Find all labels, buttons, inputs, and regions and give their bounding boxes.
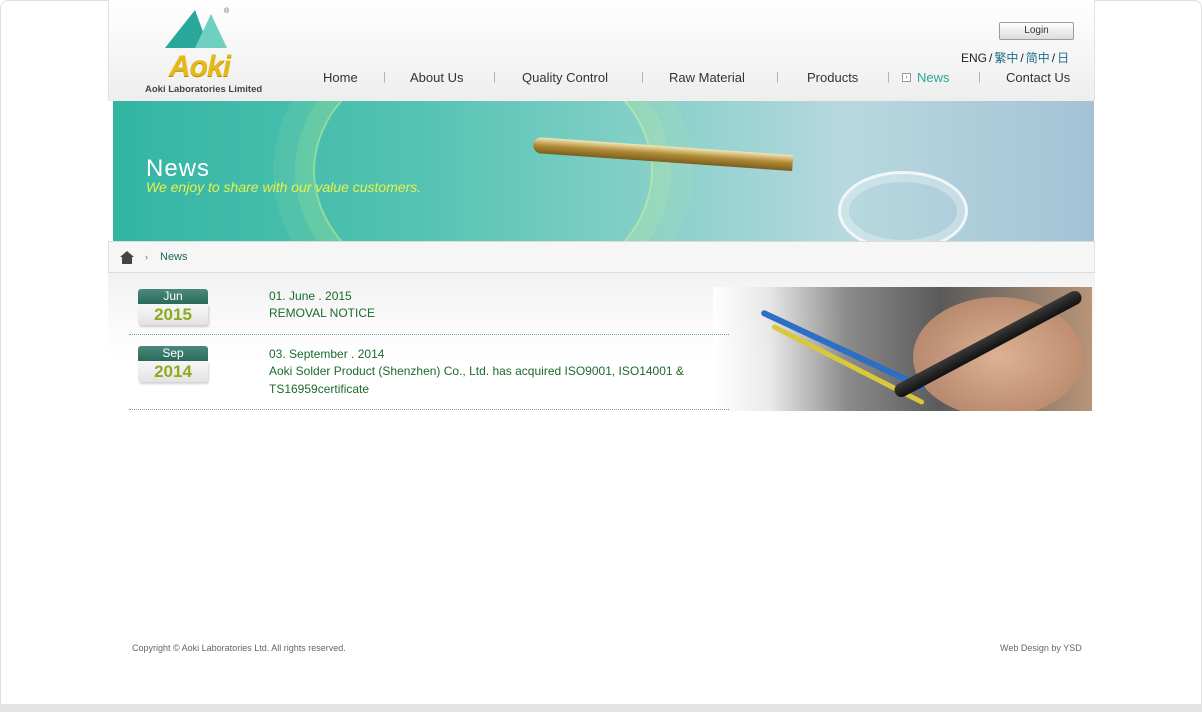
logo-triangle-icon	[195, 14, 227, 48]
banner-swirl-graphic	[313, 101, 653, 241]
date-badge: Jun 2015	[138, 289, 208, 327]
registered-mark: ®	[224, 8, 230, 15]
bottom-bar	[0, 704, 1202, 712]
date-year: 2014	[138, 361, 208, 382]
news-date: 01. June . 2015	[269, 289, 352, 303]
chevron-right-icon: ›	[145, 252, 148, 262]
footer-credit-link[interactable]: Web Design by YSD	[1000, 643, 1082, 653]
breadcrumb-current: News	[160, 251, 188, 263]
nav-news[interactable]: News	[917, 70, 950, 85]
date-badge: Sep 2014	[138, 346, 208, 384]
lang-japanese[interactable]: 日	[1057, 51, 1069, 65]
page: ® Aoki Aoki Laboratories Limited Login E…	[108, 0, 1095, 420]
nav-separator: |	[383, 71, 386, 83]
news-item: Sep 2014 03. September . 2014 Aoki Solde…	[129, 335, 729, 410]
login-button[interactable]: Login	[999, 22, 1074, 40]
date-year: 2015	[138, 304, 208, 325]
language-switcher: ENG / 繁中 / 简中 / 日	[961, 51, 1070, 65]
site-header: ® Aoki Aoki Laboratories Limited Login E…	[108, 0, 1095, 101]
breadcrumb: › News	[108, 241, 1095, 273]
nav-contact-us[interactable]: Contact Us	[1006, 70, 1070, 85]
lang-eng[interactable]: ENG	[961, 51, 987, 65]
page-banner: News We enjoy to share with our value cu…	[113, 101, 1094, 241]
nav-separator: |	[641, 71, 644, 83]
nav-about-us[interactable]: About Us	[410, 70, 463, 85]
nav-separator: |	[493, 71, 496, 83]
lang-simplified-chinese[interactable]: 简中	[1026, 51, 1050, 65]
nav-separator: |	[978, 71, 981, 83]
news-title-link[interactable]: Aoki Solder Product (Shenzhen) Co., Ltd.…	[269, 362, 709, 398]
nav-products[interactable]: Products	[807, 70, 858, 85]
date-month: Sep	[138, 346, 208, 361]
banner-subtitle: We enjoy to share with our value custome…	[146, 179, 422, 195]
news-date: 03. September . 2014	[269, 347, 385, 361]
nav-quality-control[interactable]: Quality Control	[522, 70, 608, 85]
soldering-photo	[713, 287, 1092, 411]
nav-home[interactable]: Home	[323, 70, 358, 85]
active-arrow-icon: ›	[902, 73, 911, 82]
news-title-link[interactable]: REMOVAL NOTICE	[269, 304, 709, 322]
solder-coil-graphic	[838, 171, 968, 241]
footer-copyright: Copyright © Aoki Laboratories Ltd. All r…	[132, 643, 346, 653]
lang-traditional-chinese[interactable]: 繁中	[994, 51, 1018, 65]
nav-separator: |	[887, 71, 890, 83]
nav-raw-material[interactable]: Raw Material	[669, 70, 745, 85]
date-month: Jun	[138, 289, 208, 304]
nav-separator: |	[776, 71, 779, 83]
news-content: Jun 2015 01. June . 2015 REMOVAL NOTICE …	[108, 273, 1095, 413]
home-icon[interactable]	[120, 251, 134, 264]
main-nav: Home | About Us | Quality Control | Raw …	[109, 70, 1096, 86]
news-item: Jun 2015 01. June . 2015 REMOVAL NOTICE	[129, 285, 729, 335]
